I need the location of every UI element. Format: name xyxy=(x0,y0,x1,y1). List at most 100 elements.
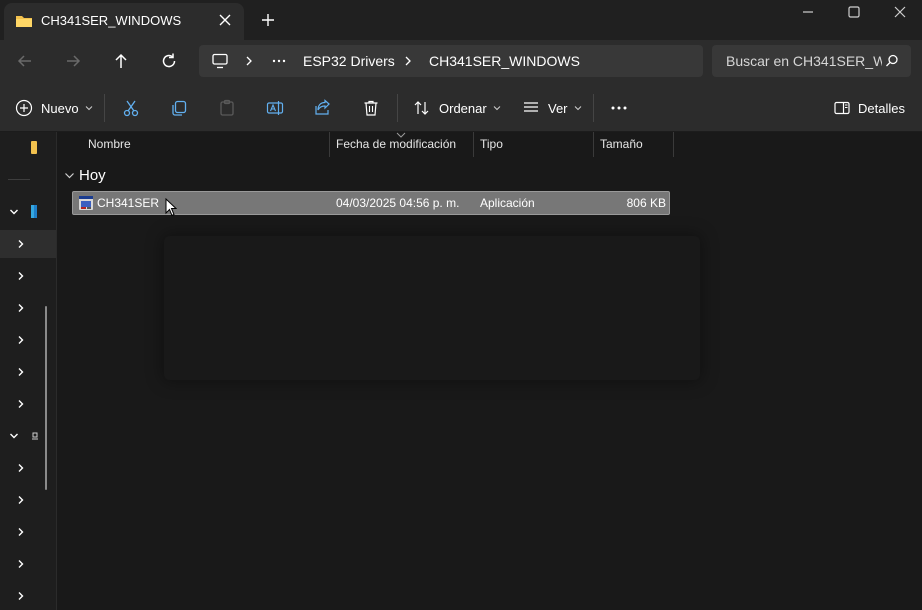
chevron-right-icon[interactable] xyxy=(16,335,26,345)
nav-item[interactable] xyxy=(0,326,56,354)
close-window-icon[interactable] xyxy=(892,4,908,20)
view-button-label: Ver xyxy=(548,100,568,116)
plus-circle-icon xyxy=(15,99,33,117)
copy-icon xyxy=(172,100,187,116)
delete-button[interactable] xyxy=(362,84,380,132)
search-box[interactable] xyxy=(712,45,911,77)
more-dots-icon[interactable] xyxy=(271,54,287,68)
chevron-right-icon[interactable] xyxy=(16,303,26,313)
column-divider[interactable] xyxy=(593,132,594,157)
nav-item[interactable] xyxy=(0,358,56,386)
view-list-icon xyxy=(524,102,538,112)
column-header-name[interactable]: Nombre xyxy=(88,132,131,157)
nav-item[interactable] xyxy=(0,454,56,482)
nav-item-selected[interactable] xyxy=(0,230,56,258)
column-divider[interactable] xyxy=(329,132,330,157)
nav-item[interactable] xyxy=(0,550,56,578)
nav-scrollbar[interactable] xyxy=(45,306,47,490)
search-input[interactable] xyxy=(726,45,882,77)
more-dots-icon xyxy=(611,106,627,110)
new-button-label: Nuevo xyxy=(41,100,79,116)
column-header-size[interactable]: Tamaño xyxy=(600,132,643,157)
file-size: 806 KB xyxy=(626,196,666,210)
back-arrow-icon[interactable] xyxy=(16,52,34,70)
scissors-icon xyxy=(123,100,139,117)
chevron-right-icon[interactable] xyxy=(401,54,415,68)
chevron-down-icon[interactable] xyxy=(9,207,19,217)
chevron-down-icon[interactable] xyxy=(64,170,75,181)
folder-icon xyxy=(16,16,32,27)
chevron-right-icon[interactable] xyxy=(16,271,26,281)
group-header-today[interactable]: Hoy xyxy=(79,167,106,184)
nav-item[interactable] xyxy=(0,390,56,418)
rename-icon xyxy=(266,101,284,115)
navigation-pane xyxy=(0,132,57,610)
nav-item-expanded[interactable] xyxy=(0,198,56,226)
breadcrumb[interactable]: ESP32 Drivers CH341SER_WINDOWS xyxy=(199,45,703,77)
chevron-down-icon xyxy=(85,106,92,111)
new-button[interactable]: Nuevo xyxy=(15,84,93,132)
home-folder-icon[interactable] xyxy=(31,141,37,154)
details-pane-icon xyxy=(834,101,850,115)
toolbar-divider xyxy=(104,94,105,122)
chevron-right-icon[interactable] xyxy=(16,559,26,569)
column-divider[interactable] xyxy=(673,132,674,157)
new-tab-icon[interactable] xyxy=(260,12,276,28)
refresh-icon[interactable] xyxy=(160,52,178,70)
paste-button[interactable] xyxy=(218,84,236,132)
cut-button[interactable] xyxy=(122,84,140,132)
chevron-right-icon[interactable] xyxy=(16,367,26,377)
nav-item[interactable] xyxy=(0,262,56,290)
address-row: ESP32 Drivers CH341SER_WINDOWS xyxy=(0,40,922,84)
nav-item[interactable] xyxy=(0,518,56,546)
sort-button-label: Ordenar xyxy=(439,100,487,116)
table-row[interactable]: CH341SER 04/03/2025 04:56 p. m. Aplicaci… xyxy=(72,191,670,215)
paste-icon xyxy=(220,99,234,116)
application-exe-icon xyxy=(79,196,93,210)
this-pc-icon[interactable] xyxy=(211,53,229,69)
maximize-icon[interactable] xyxy=(846,4,862,20)
column-header-type[interactable]: Tipo xyxy=(480,132,503,157)
nav-divider xyxy=(8,179,30,180)
column-header-date[interactable]: Fecha de modificación xyxy=(336,132,456,157)
nav-item[interactable] xyxy=(0,582,56,610)
details-pane-button[interactable]: Detalles xyxy=(834,84,905,132)
computer-icon xyxy=(32,432,38,440)
onedrive-icon xyxy=(31,205,37,218)
chevron-right-icon[interactable] xyxy=(16,591,26,601)
forward-arrow-icon[interactable] xyxy=(64,52,82,70)
toolbar-divider xyxy=(593,94,594,122)
nav-item[interactable] xyxy=(0,486,56,514)
mouse-cursor-icon xyxy=(165,198,177,217)
column-divider[interactable] xyxy=(473,132,474,157)
command-bar: Nuevo Ordenar Ver Detalles xyxy=(0,84,922,132)
file-type: Aplicación xyxy=(480,196,535,210)
chevron-right-icon[interactable] xyxy=(16,527,26,537)
up-arrow-icon[interactable] xyxy=(112,52,130,70)
chevron-right-icon[interactable] xyxy=(16,399,26,409)
title-bar: CH341SER_WINDOWS xyxy=(0,0,922,40)
view-button[interactable]: Ver xyxy=(522,84,582,132)
nav-item[interactable] xyxy=(0,294,56,322)
chevron-right-icon[interactable] xyxy=(16,463,26,473)
copy-button[interactable] xyxy=(170,84,188,132)
tab-ch341ser-windows[interactable]: CH341SER_WINDOWS xyxy=(4,3,244,40)
minimize-icon[interactable] xyxy=(800,4,816,20)
chevron-right-icon[interactable] xyxy=(16,495,26,505)
tab-title: CH341SER_WINDOWS xyxy=(41,13,182,28)
search-icon[interactable] xyxy=(885,54,899,68)
file-explorer-window: CH341SER_WINDOWS ESP32 Drivers CH341SER_… xyxy=(0,0,922,610)
chevron-right-icon[interactable] xyxy=(16,239,26,249)
share-button[interactable] xyxy=(314,84,332,132)
chevron-right-icon[interactable] xyxy=(242,54,256,68)
chevron-down-icon[interactable] xyxy=(9,431,19,441)
nav-item-expanded[interactable] xyxy=(0,422,56,450)
more-options-button[interactable] xyxy=(610,84,628,132)
breadcrumb-esp32-drivers[interactable]: ESP32 Drivers xyxy=(303,45,395,77)
breadcrumb-ch341ser-windows[interactable]: CH341SER_WINDOWS xyxy=(429,45,580,77)
sort-button[interactable]: Ordenar xyxy=(413,84,501,132)
close-tab-icon[interactable] xyxy=(217,12,233,28)
toolbar-divider xyxy=(397,94,398,122)
details-button-label: Detalles xyxy=(858,100,905,116)
rename-button[interactable] xyxy=(266,84,284,132)
